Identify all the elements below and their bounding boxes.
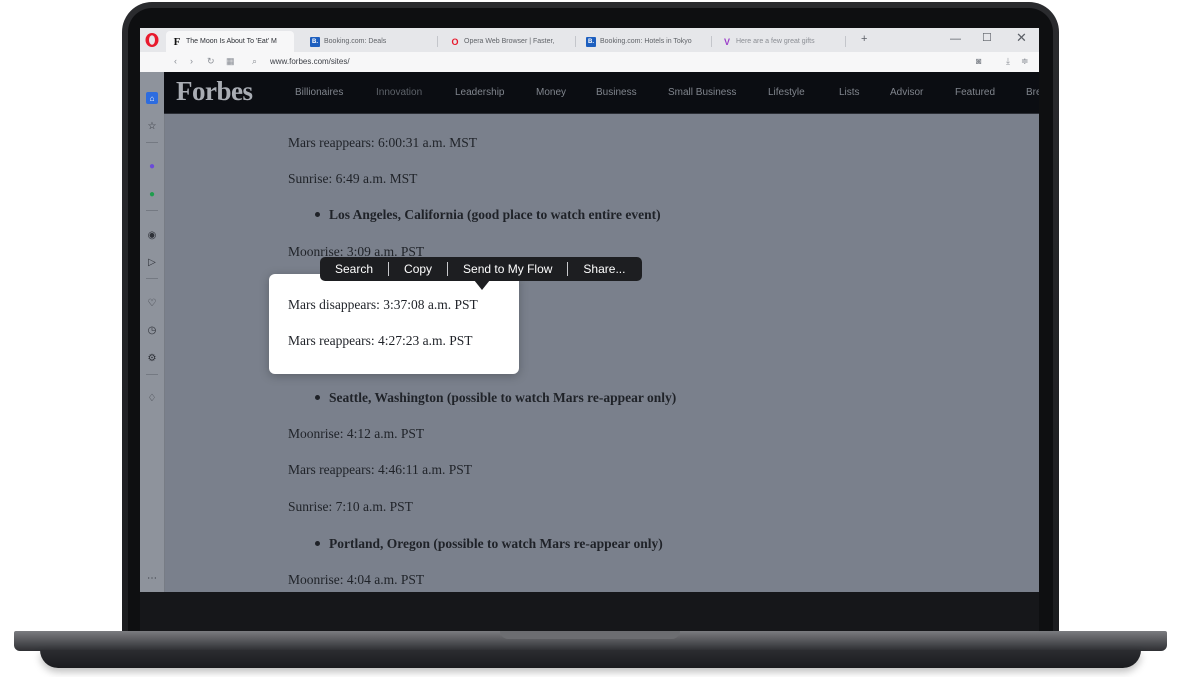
sidebar-separator [146, 142, 158, 143]
list-item: Los Angeles, California (good place to w… [315, 207, 661, 223]
tab-gifts[interactable]: V Here are a few great gifts [716, 31, 846, 52]
forbes-logo[interactable]: Forbes [176, 76, 253, 107]
article-line: Sunrise: 6:49 a.m. MST [288, 171, 418, 186]
opera-favicon-icon: O [451, 36, 459, 47]
sidebar-separator [146, 374, 158, 375]
list-item: Portland, Oregon (possible to watch Mars… [315, 536, 663, 552]
booking-favicon-icon: B. [586, 36, 596, 47]
easy-setup-icon[interactable]: ≑ [1021, 56, 1029, 67]
forbes-navbar: Forbes Billionaires Innovation Leadershi… [164, 72, 1039, 114]
search-icon: ⌕ [252, 56, 258, 66]
download-icon[interactable]: ⤓ [1006, 56, 1010, 67]
copy-button[interactable]: Copy [389, 262, 447, 276]
forward-icon[interactable]: › [190, 56, 193, 66]
back-icon[interactable]: ‹ [174, 56, 177, 66]
tab-label: Opera Web Browser | Faster, [464, 38, 555, 45]
whatsapp-icon[interactable]: ● [146, 188, 158, 200]
tab-booking-hotels[interactable]: B. Booking.com: Hotels in Tokyo [580, 31, 712, 52]
bullet-icon [315, 395, 320, 401]
maximize-icon[interactable]: ☐ [982, 31, 992, 44]
nav-leadership[interactable]: Leadership [455, 87, 504, 98]
laptop-chin [140, 592, 1039, 632]
tab-label: Here are a few great gifts [736, 38, 815, 45]
list-item-text: Portland, Oregon (possible to watch Mars… [329, 536, 663, 551]
camera-icon[interactable]: ◙ [976, 56, 981, 66]
nav-small-business[interactable]: Small Business [668, 87, 736, 98]
bullet-icon [315, 212, 320, 218]
article-line: Sunrise: 7:10 a.m. PST [288, 499, 413, 514]
send-to-my-flow-button[interactable]: Send to My Flow [448, 262, 567, 276]
tab-label: Booking.com: Deals [324, 38, 387, 45]
article-line: Moonrise: 4:12 a.m. PST [288, 426, 425, 441]
list-item-text: Los Angeles, California (good place to w… [329, 207, 661, 222]
my-flow-icon[interactable]: ▷ [146, 256, 158, 268]
tab-separator [845, 36, 846, 47]
opera-logo-icon[interactable] [144, 32, 160, 48]
heart-icon[interactable]: ♡ [146, 297, 158, 309]
speed-dial-icon[interactable]: ⌂ [146, 92, 158, 104]
url-field[interactable]: www.forbes.com/sites/ [270, 57, 350, 66]
context-menu-pointer [474, 280, 490, 290]
nav-breaking[interactable]: Bre [1026, 87, 1039, 98]
reload-icon[interactable]: ↻ [207, 56, 215, 67]
selected-line[interactable]: Mars disappears: 3:37:08 a.m. PST [288, 297, 478, 313]
selection-context-menu: Search Copy Send to My Flow Share... [320, 257, 642, 281]
share-button[interactable]: Share... [568, 262, 640, 276]
messenger-icon[interactable]: ● [146, 160, 158, 172]
search-button[interactable]: Search [320, 262, 388, 276]
nav-advisor[interactable]: Advisor [890, 87, 923, 98]
sidebar: ⌂ ☆ ● ● ◉ ▷ ♡ ◷ ⚙ ♢ ⋯ [140, 72, 165, 592]
tab-bar: F The Moon Is About To 'Eat' M B. Bookin… [140, 28, 1039, 52]
tab-separator [711, 36, 712, 47]
minimize-icon[interactable]: — [950, 33, 961, 45]
laptop-notch [500, 631, 680, 639]
article-line: Mars reappears: 6:00:31 a.m. MST [288, 135, 477, 150]
nav-innovation[interactable]: Innovation [376, 87, 422, 98]
tab-booking-deals[interactable]: B. Booking.com: Deals [304, 31, 438, 52]
sidebar-separator [146, 278, 158, 279]
close-icon[interactable]: ✕ [1016, 30, 1027, 46]
settings-icon[interactable]: ⚙ [146, 352, 158, 364]
address-bar: ‹ › ↻ ▦ ⌕ www.forbes.com/sites/ ◙ ⤓ ≑ [140, 52, 1039, 73]
tab-opera[interactable]: O Opera Web Browser | Faster, [444, 31, 576, 52]
bookmarks-icon[interactable]: ☆ [146, 120, 158, 132]
tab-label: Booking.com: Hotels in Tokyo [600, 38, 692, 45]
lightbulb-icon[interactable]: ♢ [146, 392, 158, 404]
vpn-favicon-icon: V [723, 36, 730, 47]
nav-business[interactable]: Business [596, 87, 637, 98]
tabs-grid-icon[interactable]: ▦ [226, 56, 235, 67]
nav-lifestyle[interactable]: Lifestyle [768, 87, 805, 98]
nav-billionaires[interactable]: Billionaires [295, 87, 343, 98]
nav-featured[interactable]: Featured [955, 87, 995, 98]
nav-money[interactable]: Money [536, 87, 566, 98]
booking-favicon-icon: B. [310, 36, 320, 47]
tab-label: The Moon Is About To 'Eat' M [186, 38, 277, 45]
history-icon[interactable]: ◷ [146, 324, 158, 336]
nav-lists[interactable]: Lists [839, 87, 860, 98]
bullet-icon [315, 541, 320, 547]
article-line: Moonrise: 4:04 a.m. PST [288, 572, 425, 587]
tab-forbes[interactable]: F The Moon Is About To 'Eat' M [166, 31, 294, 52]
new-tab-button[interactable]: + [861, 33, 867, 45]
player-icon[interactable]: ◉ [146, 229, 158, 241]
sidebar-separator [146, 210, 158, 211]
laptop-base-bottom [40, 650, 1141, 668]
article-line: Mars reappears: 4:46:11 a.m. PST [288, 462, 472, 477]
selected-line[interactable]: Mars reappears: 4:27:23 a.m. PST [288, 333, 472, 349]
list-item-text: Seattle, Washington (possible to watch M… [329, 390, 677, 405]
list-item: Seattle, Washington (possible to watch M… [315, 390, 676, 406]
tab-separator [575, 36, 576, 47]
forbes-favicon-icon: F [173, 35, 181, 48]
tab-separator [437, 36, 438, 47]
more-icon[interactable]: ⋯ [146, 572, 158, 584]
